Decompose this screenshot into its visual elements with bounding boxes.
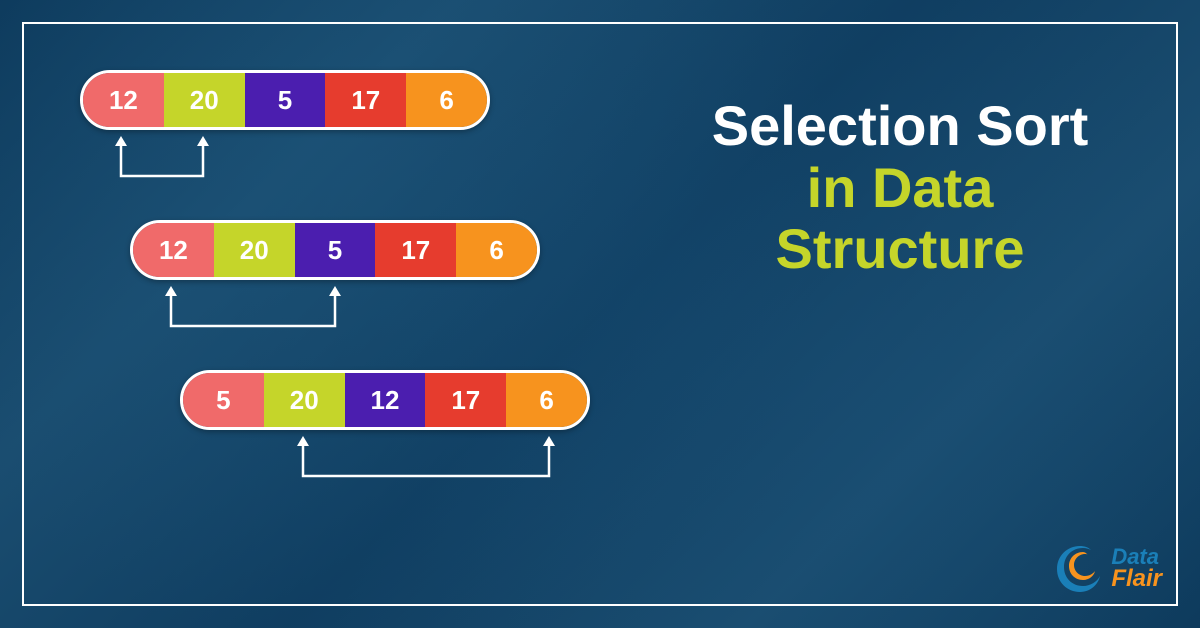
array-cell: 6: [506, 373, 587, 427]
array-cell: 20: [214, 223, 295, 277]
diagram-area: 12205176 12205176 52012176: [80, 70, 640, 520]
array-pill: 52012176: [180, 370, 590, 430]
array-cell: 5: [183, 373, 264, 427]
array-pill: 12205176: [80, 70, 490, 130]
array-cell: 17: [325, 73, 406, 127]
title-line3: Structure: [660, 218, 1140, 280]
title-line1: Selection Sort: [660, 95, 1140, 157]
array-cell: 12: [345, 373, 426, 427]
array-cell: 12: [83, 73, 164, 127]
title-line2: in Data: [660, 157, 1140, 219]
logo-text: Data Flair: [1111, 547, 1162, 591]
array-cell: 17: [425, 373, 506, 427]
array-row-0: 12205176: [80, 70, 640, 130]
swap-arrows-icon: [180, 434, 600, 489]
array-cell: 6: [406, 73, 487, 127]
array-cell: 12: [133, 223, 214, 277]
array-cell: 17: [375, 223, 456, 277]
logo-swirl-icon: [1053, 542, 1107, 596]
array-cell: 20: [164, 73, 245, 127]
swap-arrows-icon: [130, 284, 550, 339]
array-row-2: 52012176: [180, 370, 640, 430]
array-cell: 5: [295, 223, 376, 277]
title-block: Selection Sort in Data Structure: [660, 95, 1140, 280]
array-pill: 12205176: [130, 220, 540, 280]
array-cell: 5: [245, 73, 326, 127]
logo: Data Flair: [1053, 542, 1162, 596]
array-row-1: 12205176: [130, 220, 640, 280]
swap-arrows-icon: [80, 134, 500, 189]
logo-brand2: Flair: [1111, 568, 1162, 591]
array-cell: 6: [456, 223, 537, 277]
array-cell: 20: [264, 373, 345, 427]
